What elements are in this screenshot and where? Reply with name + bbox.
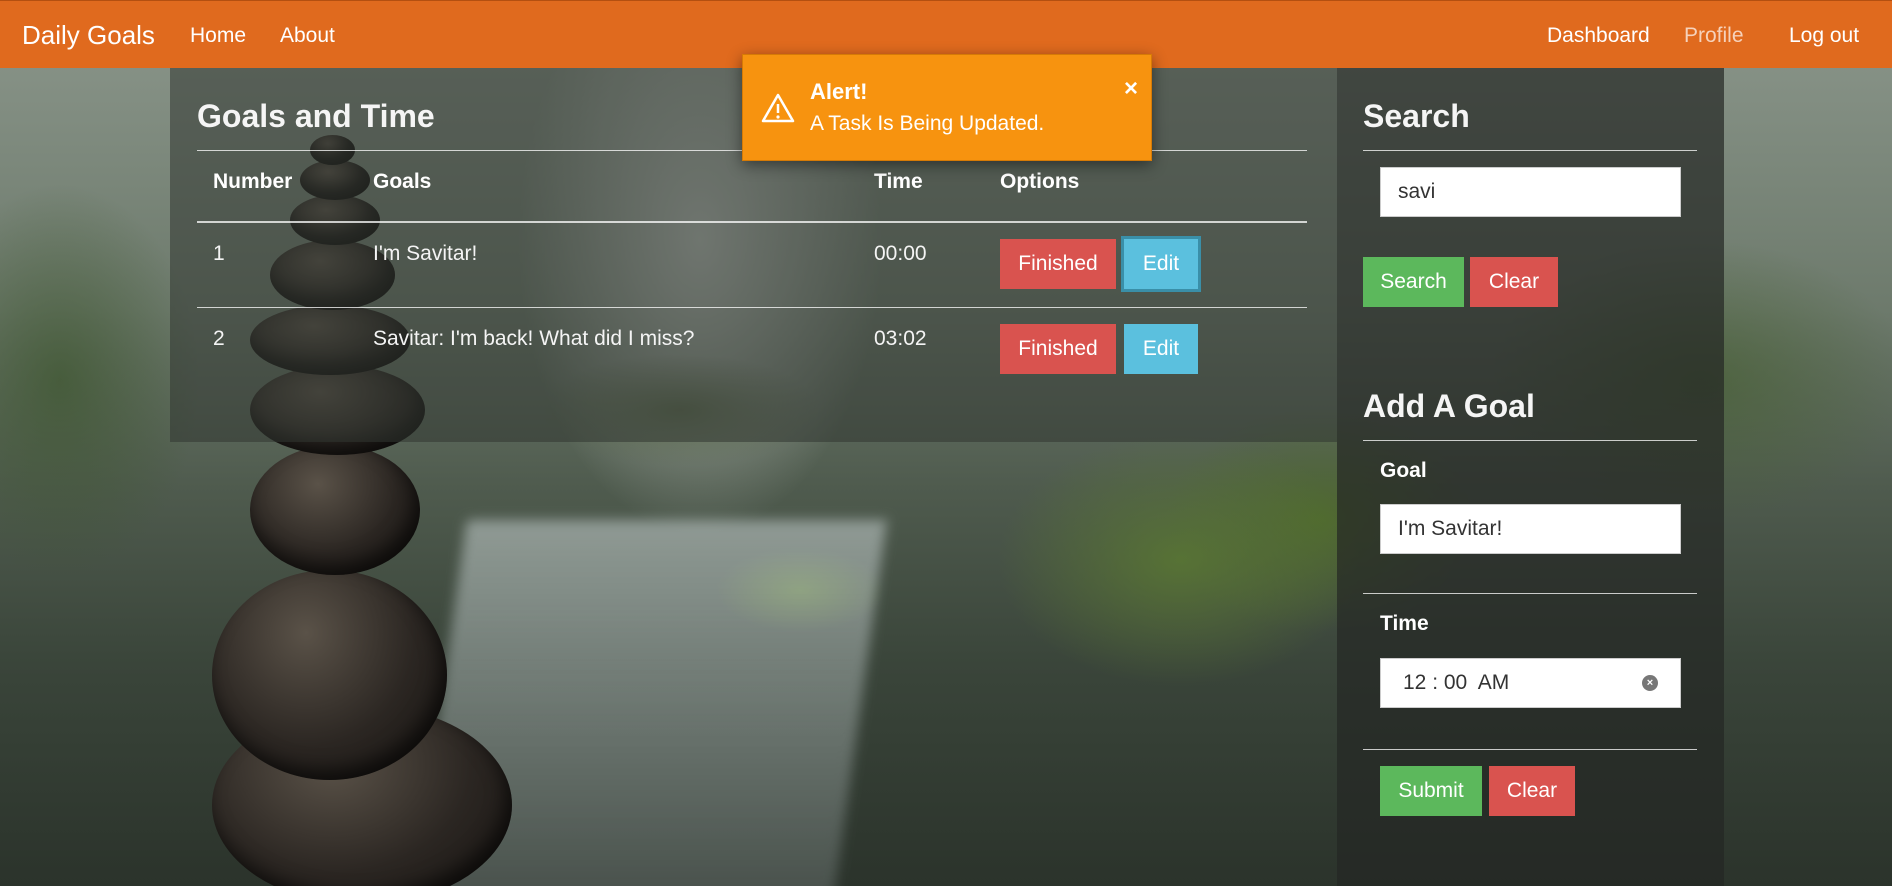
search-button[interactable]: Search [1363,257,1464,307]
time-label: Time [1380,612,1429,635]
goal-label: Goal [1380,459,1427,482]
row-goal: Savitar: I'm back! What did I miss? [373,327,695,350]
nav-dashboard-link[interactable]: Dashboard [1547,24,1650,48]
edit-button[interactable]: Edit [1124,324,1198,374]
row-number: 1 [213,242,225,265]
add-goal-title: Add A Goal [1363,388,1535,424]
row-number: 2 [213,327,225,350]
add-goal-clear-button[interactable]: Clear [1489,766,1575,816]
time-divider [1363,749,1697,750]
goal-divider [1363,593,1697,594]
brand-link[interactable]: Daily Goals [22,20,155,51]
sidebar-panel: Search savi Search Clear Add A Goal Goal… [1337,68,1724,886]
finished-button[interactable]: Finished [1000,239,1116,289]
nav-about-link[interactable]: About [280,24,335,48]
search-title: Search [1363,98,1470,134]
goals-panel-title: Goals and Time [197,98,435,134]
alert-notification: Alert! A Task Is Being Updated. × [742,54,1152,161]
alert-title: Alert! [810,79,868,104]
close-icon[interactable]: × [1124,75,1138,103]
column-header-number: Number [213,170,293,193]
goal-input[interactable]: I'm Savitar! [1380,504,1681,554]
background-stone [250,445,420,575]
row-time: 03:02 [874,327,927,350]
row-goal: I'm Savitar! [373,242,478,265]
nav-logout-link[interactable]: Log out [1789,24,1859,48]
submit-button[interactable]: Submit [1380,766,1482,816]
edit-button[interactable]: Edit [1124,239,1198,289]
background-stone [212,570,447,780]
search-input[interactable]: savi [1380,167,1681,217]
column-header-time: Time [874,170,923,193]
row-divider [197,307,1307,308]
finished-button[interactable]: Finished [1000,324,1116,374]
column-header-options: Options [1000,170,1080,193]
time-input-value: 12 : 00 AM [1403,671,1510,694]
warning-triangle-icon [761,93,795,123]
search-clear-button[interactable]: Clear [1470,257,1558,307]
add-goal-divider [1363,440,1697,441]
nav-profile-link[interactable]: Profile [1684,24,1744,48]
nav-home-link[interactable]: Home [190,24,246,48]
time-clear-icon[interactable]: × [1642,675,1658,691]
search-divider [1363,150,1697,151]
row-time: 00:00 [874,242,927,265]
alert-message: A Task Is Being Updated. [810,112,1045,135]
column-header-goals: Goals [373,170,432,193]
header-divider [197,221,1307,223]
time-input[interactable]: 12 : 00 AM [1380,658,1681,708]
